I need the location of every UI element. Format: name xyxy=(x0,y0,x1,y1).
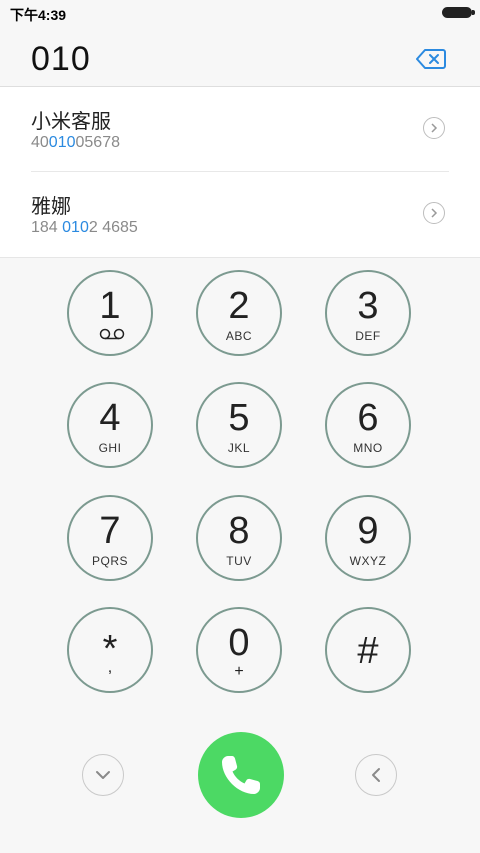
key-digit: 8 xyxy=(228,510,250,552)
bottom-controls xyxy=(0,718,480,853)
key-3[interactable]: 3 DEF xyxy=(325,270,411,356)
call-button[interactable] xyxy=(198,732,284,818)
status-time: 下午4:39 xyxy=(10,7,67,23)
key-digit: 5 xyxy=(228,397,250,439)
key-letters: , xyxy=(107,659,113,676)
status-bar: 下午4:39 xyxy=(0,0,480,28)
key-letters: PQRS xyxy=(91,554,128,568)
contact-suggestions: 小米客服 4001005678 雅娜 184 0102 4685 xyxy=(0,87,480,258)
key-4[interactable]: 4 GHI xyxy=(67,382,153,468)
key-digit: 6 xyxy=(357,397,379,439)
contact-name: 雅娜 xyxy=(31,196,71,218)
chevron-down-icon[interactable] xyxy=(82,754,124,796)
key-7[interactable]: 7 PQRS xyxy=(67,495,153,581)
key-0[interactable]: 0 + xyxy=(196,607,282,693)
key-2[interactable]: 2 ABC xyxy=(196,270,282,356)
key-letters: TUV xyxy=(226,554,252,568)
key-digit: 3 xyxy=(357,285,379,327)
key-1[interactable]: 1 xyxy=(67,270,153,356)
key-6[interactable]: 6 MNO xyxy=(325,382,411,468)
contact-row[interactable]: 小米客服 4001005678 xyxy=(0,87,480,171)
key-digit: 2 xyxy=(228,285,250,327)
key-letters: GHI xyxy=(98,441,122,455)
key-letters: + xyxy=(234,663,244,680)
dialed-number[interactable]: 010 xyxy=(31,40,91,79)
key-letters: MNO xyxy=(353,441,383,455)
key-5[interactable]: 5 JKL xyxy=(196,382,282,468)
key-letters: ABC xyxy=(225,329,253,343)
key-digit: 1 xyxy=(99,285,121,327)
key-digit: # xyxy=(357,630,379,672)
contact-row[interactable]: 雅娜 184 0102 4685 xyxy=(0,172,480,256)
key-digit: 9 xyxy=(357,510,379,552)
key-letters: WXYZ xyxy=(349,554,387,568)
key-8[interactable]: 8 TUV xyxy=(196,495,282,581)
chevron-right-icon[interactable] xyxy=(423,117,445,139)
battery-icon xyxy=(442,7,475,18)
key-digit: 4 xyxy=(99,397,121,439)
dial-keypad: 1 2 ABC 3 DEF 4 GHI 5 JKL 6 MNO 7 PQRS 8… xyxy=(0,258,480,718)
chevron-left-icon[interactable] xyxy=(355,754,397,796)
number-entry-bar: 010 xyxy=(0,28,480,87)
contact-number: 184 0102 4685 xyxy=(31,219,138,236)
contact-number: 4001005678 xyxy=(31,134,120,151)
key-letters: DEF xyxy=(355,329,381,343)
key-9[interactable]: 9 WXYZ xyxy=(325,495,411,581)
key-hash[interactable]: # xyxy=(325,607,411,693)
key-letters: JKL xyxy=(227,441,251,455)
key-star[interactable]: * , xyxy=(67,607,153,693)
backspace-icon[interactable] xyxy=(416,48,446,70)
phone-icon xyxy=(222,756,260,794)
chevron-right-icon[interactable] xyxy=(423,202,445,224)
key-digit: 0 xyxy=(228,622,250,664)
contact-name: 小米客服 xyxy=(31,111,111,133)
voicemail-icon xyxy=(99,328,125,340)
key-digit: 7 xyxy=(99,510,121,552)
